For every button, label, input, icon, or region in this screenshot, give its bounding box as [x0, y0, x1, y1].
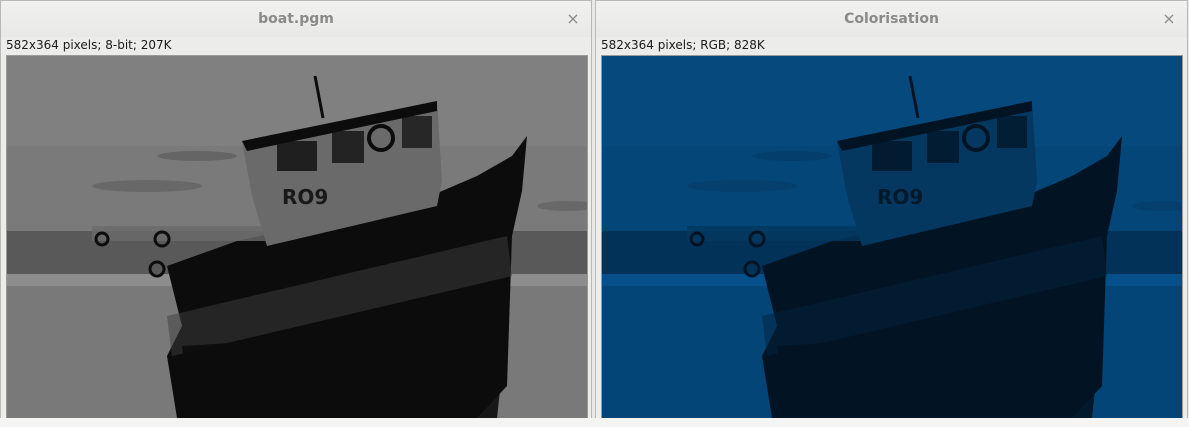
image-window-boat[interactable]: boat.pgm × 582x364 pixels; 8-bit; 207K R… [0, 0, 592, 425]
window-title: boat.pgm [258, 11, 334, 27]
window-title: Colorisation [844, 11, 939, 27]
svg-text:RO9: RO9 [877, 185, 923, 209]
boat-photo-colorised: RO9 [602, 56, 1182, 418]
image-canvas[interactable]: RO9 [601, 55, 1183, 419]
image-info-text: 582x364 pixels; RGB; 828K [601, 38, 765, 52]
title-bar[interactable]: Colorisation × [596, 1, 1187, 37]
image-window-colorisation[interactable]: Colorisation × 582x364 pixels; RGB; 828K… [595, 0, 1188, 425]
title-bar[interactable]: boat.pgm × [1, 1, 591, 37]
image-info-text: 582x364 pixels; 8-bit; 207K [6, 38, 172, 52]
boat-photo: RO9 [7, 56, 587, 418]
desktop-strip [0, 418, 1189, 427]
close-icon[interactable]: × [565, 9, 581, 29]
image-canvas[interactable]: RO9 [6, 55, 588, 419]
close-icon[interactable]: × [1161, 9, 1177, 29]
svg-text:RO9: RO9 [282, 185, 328, 209]
